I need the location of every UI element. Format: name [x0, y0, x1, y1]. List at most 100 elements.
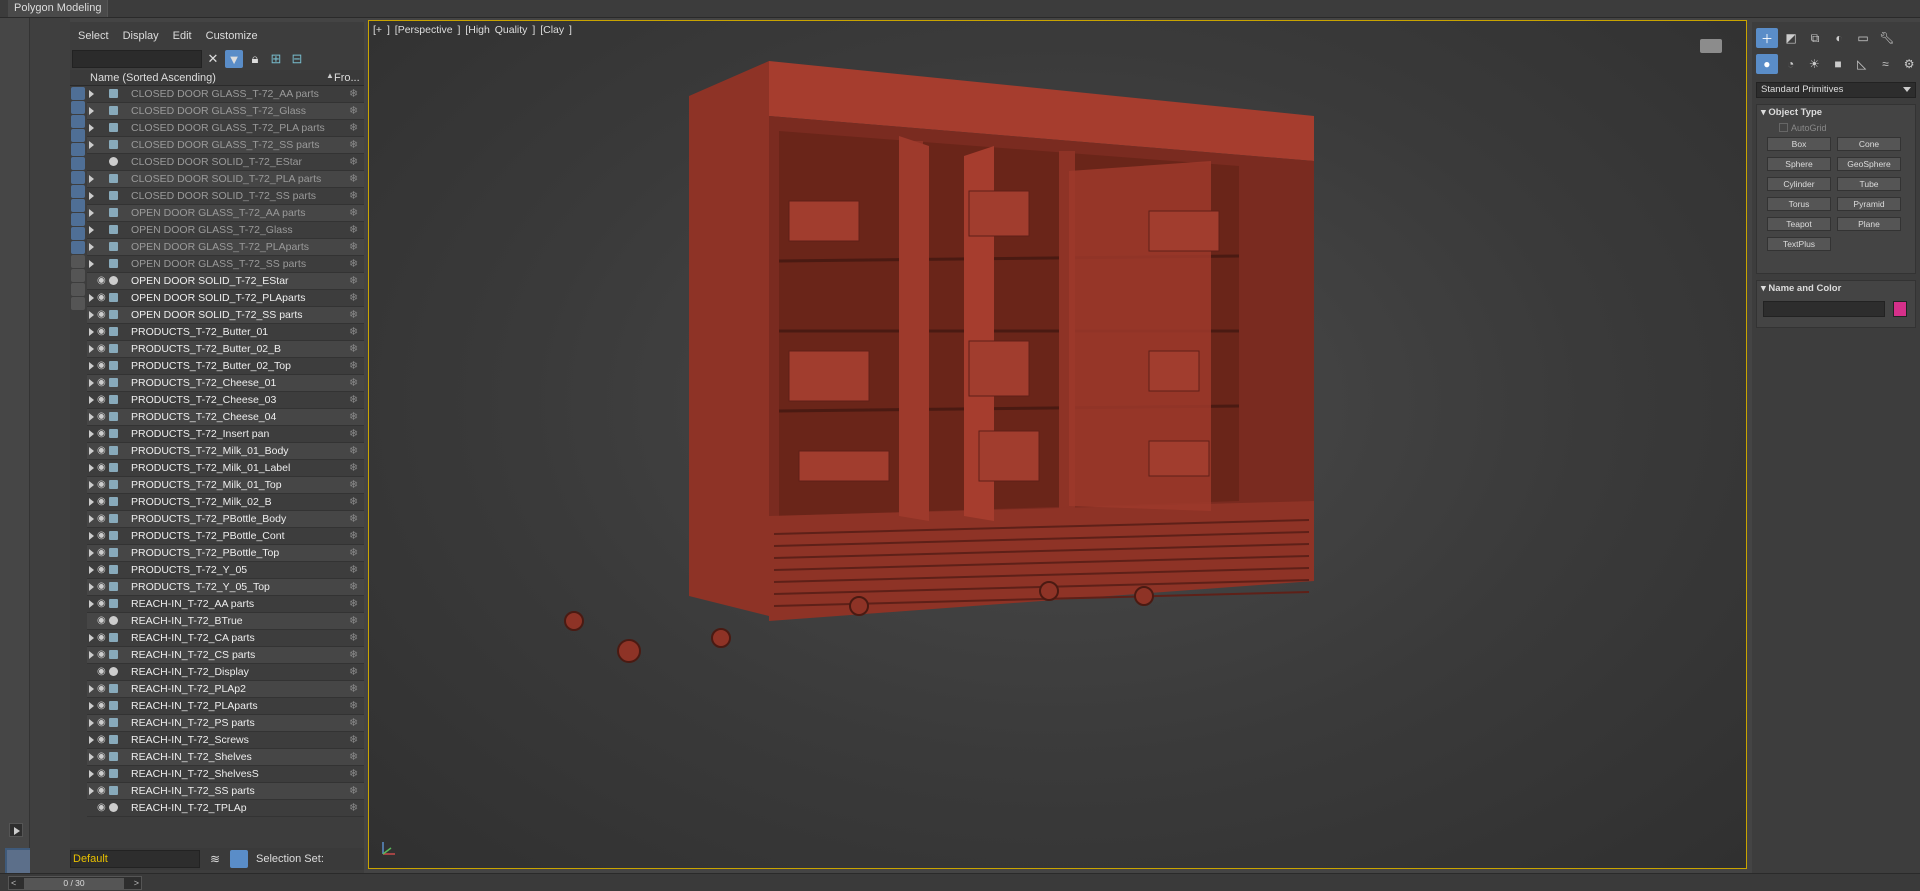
- visibility-eye-icon[interactable]: ◉: [97, 768, 106, 779]
- list-item[interactable]: ◉ REACH-IN_T-72_SS parts ❄: [87, 783, 364, 800]
- freeze-icon[interactable]: ❄: [349, 359, 358, 372]
- freeze-icon[interactable]: ❄: [349, 410, 358, 423]
- expand-arrow-icon[interactable]: [89, 90, 94, 98]
- layers-icon[interactable]: ≋: [210, 852, 220, 866]
- freeze-icon[interactable]: ❄: [349, 631, 358, 644]
- freeze-icon[interactable]: ❄: [349, 342, 358, 355]
- explorer-filter-toggle-icon[interactable]: [71, 241, 85, 254]
- menu-display[interactable]: Display: [123, 30, 159, 48]
- expand-arrow-icon[interactable]: [89, 498, 94, 506]
- list-item[interactable]: ◉ REACH-IN_T-72_AA parts ❄: [87, 596, 364, 613]
- list-item[interactable]: CLOSED DOOR SOLID_T-72_EStar ❄: [87, 154, 364, 171]
- list-item[interactable]: ◉ PRODUCTS_T-72_PBottle_Body ❄: [87, 511, 364, 528]
- object-color-swatch[interactable]: [1893, 301, 1907, 317]
- freeze-icon[interactable]: ❄: [349, 274, 358, 287]
- expand-arrow-icon[interactable]: [89, 549, 94, 557]
- list-item[interactable]: ◉ PRODUCTS_T-72_Y_05 ❄: [87, 562, 364, 579]
- freeze-icon[interactable]: ❄: [349, 750, 358, 763]
- freeze-icon[interactable]: ❄: [349, 665, 358, 678]
- perspective-viewport[interactable]: [+ ] [Perspective ] [High Quality ] [Cla…: [368, 20, 1747, 869]
- freeze-icon[interactable]: ❄: [349, 189, 358, 202]
- visibility-eye-icon[interactable]: ◉: [97, 309, 106, 320]
- visibility-eye-icon[interactable]: ◉: [97, 394, 106, 405]
- cameras-icon[interactable]: ■: [1827, 54, 1849, 74]
- expand-arrow-icon[interactable]: [89, 311, 94, 319]
- utilities-tab-icon[interactable]: 🔧︎: [1876, 28, 1898, 48]
- visibility-eye-icon[interactable]: ◉: [97, 275, 106, 286]
- freeze-icon[interactable]: ❄: [349, 257, 358, 270]
- freeze-icon[interactable]: ❄: [349, 682, 358, 695]
- primitive-button-box[interactable]: Box: [1767, 137, 1831, 151]
- expand-arrow-icon[interactable]: [89, 447, 94, 455]
- time-slider[interactable]: < 0 / 30 >: [8, 876, 142, 890]
- create-tab-icon[interactable]: ＋: [1756, 28, 1778, 48]
- list-item[interactable]: CLOSED DOOR GLASS_T-72_PLA parts ❄: [87, 120, 364, 137]
- freeze-icon[interactable]: ❄: [349, 614, 358, 627]
- list-item[interactable]: ◉ PRODUCTS_T-72_Insert pan ❄: [87, 426, 364, 443]
- expand-arrow-icon[interactable]: [89, 107, 94, 115]
- list-item[interactable]: ◉ PRODUCTS_T-72_Butter_02_B ❄: [87, 341, 364, 358]
- time-slider-label[interactable]: 0 / 30: [24, 878, 124, 889]
- expand-arrow-icon[interactable]: [89, 532, 94, 540]
- ribbon-tab-polygon-modeling[interactable]: Polygon Modeling: [8, 0, 109, 17]
- list-item[interactable]: ◉ REACH-IN_T-72_ShelvesS ❄: [87, 766, 364, 783]
- expand-arrow-icon[interactable]: [89, 600, 94, 608]
- list-item[interactable]: CLOSED DOOR SOLID_T-72_PLA parts ❄: [87, 171, 364, 188]
- freeze-icon[interactable]: ❄: [349, 546, 358, 559]
- visibility-eye-icon[interactable]: ◉: [97, 513, 106, 524]
- explorer-filter-toggle-icon[interactable]: [71, 171, 85, 184]
- time-next-icon[interactable]: >: [134, 878, 139, 888]
- expand-arrow-icon[interactable]: [89, 515, 94, 523]
- expand-arrow-icon[interactable]: [89, 362, 94, 370]
- filter-icon[interactable]: ▼: [225, 50, 243, 68]
- primitive-button-geosphere[interactable]: GeoSphere: [1837, 157, 1901, 171]
- expand-arrow-icon[interactable]: [89, 192, 94, 200]
- layer-selector[interactable]: Default: [70, 850, 200, 868]
- explorer-filter-toggle-icon[interactable]: [71, 129, 85, 142]
- expand-arrow-icon[interactable]: [89, 566, 94, 574]
- explorer-filter-toggle-icon[interactable]: [71, 199, 85, 212]
- visibility-eye-icon[interactable]: ◉: [97, 479, 106, 490]
- primitive-button-plane[interactable]: Plane: [1837, 217, 1901, 231]
- freeze-icon[interactable]: ❄: [349, 478, 358, 491]
- visibility-eye-icon[interactable]: ◉: [97, 666, 106, 677]
- list-item[interactable]: ◉ REACH-IN_T-72_BTrue ❄: [87, 613, 364, 630]
- visibility-eye-icon[interactable]: ◉: [97, 326, 106, 337]
- list-item[interactable]: ◉ REACH-IN_T-72_TPLAp ❄: [87, 800, 364, 817]
- freeze-icon[interactable]: ❄: [349, 733, 358, 746]
- expand-arrow-icon[interactable]: [89, 243, 94, 251]
- visibility-eye-icon[interactable]: ◉: [97, 615, 106, 626]
- visibility-eye-icon[interactable]: ◉: [97, 462, 106, 473]
- list-item[interactable]: ◉ PRODUCTS_T-72_PBottle_Top ❄: [87, 545, 364, 562]
- list-item[interactable]: ◉ PRODUCTS_T-72_Cheese_01 ❄: [87, 375, 364, 392]
- explorer-filter-toggle-icon[interactable]: [71, 87, 85, 100]
- menu-edit[interactable]: Edit: [173, 30, 192, 48]
- geometry-icon[interactable]: ●: [1756, 54, 1778, 74]
- visibility-eye-icon[interactable]: ◉: [97, 717, 106, 728]
- primitive-button-pyramid[interactable]: Pyramid: [1837, 197, 1901, 211]
- list-item[interactable]: ◉ REACH-IN_T-72_CA parts ❄: [87, 630, 364, 647]
- list-item[interactable]: ◉ PRODUCTS_T-72_Butter_02_Top ❄: [87, 358, 364, 375]
- list-item[interactable]: ◉ REACH-IN_T-72_CS parts ❄: [87, 647, 364, 664]
- explorer-filter-toggle-icon[interactable]: [71, 255, 85, 268]
- display-tab-icon[interactable]: ▭: [1852, 28, 1874, 48]
- list-item[interactable]: ◉ REACH-IN_T-72_PLAp2 ❄: [87, 681, 364, 698]
- freeze-icon[interactable]: ❄: [349, 138, 358, 151]
- spacewarps-icon[interactable]: ≈: [1875, 54, 1897, 74]
- list-item[interactable]: ◉ PRODUCTS_T-72_Milk_01_Body ❄: [87, 443, 364, 460]
- freeze-icon[interactable]: ❄: [349, 512, 358, 525]
- list-item[interactable]: ◉ PRODUCTS_T-72_Cheese_04 ❄: [87, 409, 364, 426]
- name-color-title[interactable]: Name and Color: [1757, 281, 1915, 295]
- object-type-title[interactable]: Object Type: [1757, 105, 1915, 119]
- primitive-button-cone[interactable]: Cone: [1837, 137, 1901, 151]
- expand-arrow-icon[interactable]: [89, 770, 94, 778]
- hierarchy-tab-icon[interactable]: ⧉: [1804, 28, 1826, 48]
- freeze-icon[interactable]: ❄: [349, 87, 358, 100]
- freeze-icon[interactable]: ❄: [349, 495, 358, 508]
- motion-tab-icon[interactable]: ◐: [1828, 28, 1850, 48]
- freeze-icon[interactable]: ❄: [349, 767, 358, 780]
- column-frozen-header[interactable]: Fro...: [334, 72, 360, 84]
- object-name-input[interactable]: [1763, 301, 1885, 317]
- primitive-button-torus[interactable]: Torus: [1767, 197, 1831, 211]
- visibility-eye-icon[interactable]: ◉: [97, 530, 106, 541]
